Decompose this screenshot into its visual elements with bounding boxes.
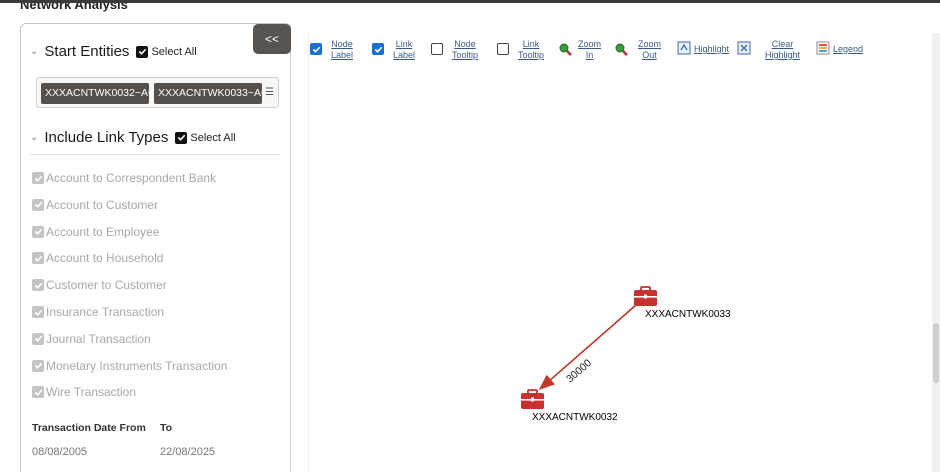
- link-type-label: Journal Transaction: [46, 331, 151, 346]
- link-type-checkbox[interactable]: [32, 359, 44, 372]
- link-type-option[interactable]: Monetary Instruments Transaction: [32, 359, 227, 373]
- link-type-option[interactable]: Wire Transaction: [32, 385, 136, 399]
- graph-node[interactable]: [521, 389, 544, 409]
- link-type-option[interactable]: Insurance Transaction: [32, 305, 164, 319]
- link-type-checkbox[interactable]: [32, 306, 44, 318]
- link-type-label: Account to Correspondent Bank: [46, 171, 217, 185]
- link-type-label: Account to Employee: [46, 224, 160, 239]
- link-type-option[interactable]: Account to Household: [32, 251, 163, 265]
- graph-link[interactable]: [538, 304, 637, 391]
- link-type-option[interactable]: Journal Transaction: [32, 332, 151, 346]
- link-type-checkbox[interactable]: [32, 198, 44, 211]
- graph-node-label: XXXACNTWK0033: [645, 309, 731, 320]
- link-type-label: Monetary Instruments Transaction: [46, 358, 228, 373]
- graph-node[interactable]: [634, 286, 657, 306]
- link-type-checkbox[interactable]: [32, 332, 44, 345]
- graph-link-label: 30000: [564, 357, 594, 385]
- link-type-checkbox[interactable]: [32, 252, 44, 265]
- link-type-option[interactable]: Account to Customer: [32, 198, 158, 212]
- vertical-scrollbar[interactable]: [932, 33, 940, 472]
- link-type-checkbox[interactable]: [32, 279, 44, 292]
- briefcase-icon: [634, 286, 657, 306]
- link-type-checkbox[interactable]: [32, 386, 44, 399]
- link-type-checkbox[interactable]: [32, 172, 44, 184]
- link-type-checkbox[interactable]: [32, 225, 44, 238]
- link-type-label: Account to Customer: [46, 197, 159, 212]
- link-type-option[interactable]: Account to Correspondent Bank: [32, 171, 216, 185]
- link-type-label: Account to Household: [46, 251, 164, 266]
- link-type-label: Wire Transaction: [46, 385, 137, 400]
- scrollbar-thumb[interactable]: [933, 323, 939, 383]
- graph-node-label: XXXACNTWK0032: [532, 412, 618, 423]
- briefcase-icon: [521, 389, 544, 409]
- link-type-label: Insurance Transaction: [46, 305, 165, 319]
- link-type-option[interactable]: Account to Employee: [32, 225, 159, 239]
- link-type-option[interactable]: Customer to Customer: [32, 278, 167, 292]
- link-type-label: Customer to Customer: [46, 278, 167, 293]
- app-frame: Network Analysis << ⌄ Start Entities Sel…: [0, 0, 940, 472]
